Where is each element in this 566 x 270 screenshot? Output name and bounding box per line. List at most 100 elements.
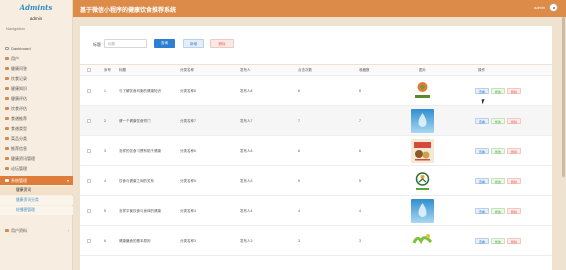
cell-clicks: 5 bbox=[298, 179, 300, 183]
row-checkbox[interactable] bbox=[87, 119, 91, 123]
sidebar-item-recommend[interactable]: 推荐信息 bbox=[0, 144, 73, 153]
sidebar-item-user-profile[interactable]: 用户资料 › bbox=[0, 226, 73, 235]
search-button[interactable]: 查询 bbox=[154, 39, 175, 48]
add-button[interactable]: 新增 bbox=[183, 39, 204, 48]
table-row: 5 怎样平衡饮食与身体的健康 分类名称4 发布人4 4 4 查看 修改 删除 bbox=[80, 196, 552, 226]
sidebar-item-label: 健康问答 bbox=[11, 65, 27, 71]
sidebar-item-label: 系统管理 bbox=[11, 177, 27, 183]
cell-index: 4 bbox=[104, 179, 106, 183]
view-button[interactable]: 查看 bbox=[475, 208, 489, 214]
cell-index: 3 bbox=[104, 149, 106, 153]
sidebar-item-label: 健康知识 bbox=[11, 85, 27, 91]
cell-clicks: 8 bbox=[298, 89, 300, 93]
column-header-author: 发布人 bbox=[240, 68, 251, 72]
view-button[interactable]: 查看 bbox=[475, 88, 489, 94]
cell-category: 分类名称5 bbox=[180, 179, 196, 183]
scrollbar-thumb[interactable] bbox=[562, 17, 565, 177]
sidebar-item-diet-record[interactable]: 饮食记录 bbox=[0, 74, 73, 83]
sidebar-item-label: 食谱类型 bbox=[11, 125, 27, 131]
sidebar-subitem-news[interactable]: 健康资讯 bbox=[0, 186, 73, 195]
grid-icon bbox=[5, 136, 9, 141]
sidebar-subitem-label: 健康资讯 bbox=[16, 188, 32, 192]
sidebar-item-label: 论坛管理 bbox=[11, 165, 27, 171]
app-logo: Admints bbox=[19, 3, 53, 12]
sidebar-subitem-news-category[interactable]: 健康资讯分类 bbox=[0, 196, 73, 205]
column-header-title: 标题 bbox=[119, 68, 126, 72]
sidebar-subitem-label: 轮播图管理 bbox=[16, 208, 35, 212]
grid-icon bbox=[5, 76, 9, 81]
delete-row-button[interactable]: 删除 bbox=[507, 148, 521, 154]
row-checkbox[interactable] bbox=[87, 239, 91, 243]
cell-clicks: 7 bbox=[298, 119, 300, 123]
sidebar-item-label: 健康评估 bbox=[11, 95, 27, 101]
cell-favorites: 7 bbox=[359, 119, 361, 123]
sidebar-item-recipe-type[interactable]: 食谱类型 bbox=[0, 124, 73, 133]
page-scrollbar[interactable] bbox=[562, 17, 565, 270]
row-checkbox[interactable] bbox=[87, 179, 91, 183]
delete-row-button[interactable]: 删除 bbox=[507, 178, 521, 184]
sidebar-item-dish-category[interactable]: 菜品分类 bbox=[0, 134, 73, 143]
edit-button[interactable]: 修改 bbox=[491, 148, 505, 154]
view-button[interactable]: 查看 bbox=[475, 148, 489, 154]
sidebar-item-knowledge[interactable]: 健康知识 bbox=[0, 84, 73, 93]
sidebar-item-health-assess[interactable]: 健康评估 bbox=[0, 94, 73, 103]
grid-icon bbox=[5, 66, 9, 71]
table-row: 6 健康膳食的基本原则 分类名称3 发布人3 3 3 查看 修改 删除 bbox=[80, 226, 552, 256]
edit-button[interactable]: 修改 bbox=[491, 178, 505, 184]
sidebar-item-diet-assess[interactable]: 饮食评估 bbox=[0, 104, 73, 113]
delete-row-button[interactable]: 删除 bbox=[507, 238, 521, 244]
news-table: 序号 标题 分类名称 发布人 点击次数 收藏数 图片 操作 1 与了解饮食均衡的… bbox=[80, 65, 552, 270]
water-drop-icon bbox=[411, 199, 434, 223]
edit-button[interactable]: 修改 bbox=[491, 238, 505, 244]
sidebar-item-users[interactable]: 用户 bbox=[0, 54, 73, 63]
cell-category: 分类名称6 bbox=[180, 149, 196, 153]
header-username[interactable]: admin bbox=[534, 5, 545, 10]
edit-button[interactable]: 修改 bbox=[491, 208, 505, 214]
dashboard-icon bbox=[5, 46, 9, 51]
edit-button[interactable]: 修改 bbox=[491, 88, 505, 94]
cell-index: 6 bbox=[104, 239, 106, 243]
chevron-right-icon: › bbox=[67, 228, 69, 233]
cell-favorites: 4 bbox=[359, 209, 361, 213]
sidebar-item-recipe[interactable]: 食谱推荐 bbox=[0, 114, 73, 123]
cell-index: 2 bbox=[104, 119, 106, 123]
row-checkbox[interactable] bbox=[87, 89, 91, 93]
cell-title: 健康膳食的基本原则 bbox=[119, 239, 151, 243]
mouse-cursor-icon bbox=[481, 98, 489, 105]
delete-row-button[interactable]: 删除 bbox=[507, 118, 521, 124]
sidebar-item-qa[interactable]: 健康问答 bbox=[0, 64, 73, 73]
avatar[interactable] bbox=[549, 3, 558, 12]
health-badge-icon bbox=[411, 169, 434, 193]
cell-clicks: 3 bbox=[298, 239, 300, 243]
user-icon bbox=[5, 228, 9, 233]
green-text-icon bbox=[411, 229, 434, 253]
sidebar-item-system[interactable]: 系统管理 ▾ bbox=[0, 176, 73, 185]
delete-button[interactable]: 删除 bbox=[210, 39, 234, 48]
cell-title: 怎样平衡饮食与身体的健康 bbox=[119, 209, 161, 213]
row-checkbox[interactable] bbox=[87, 209, 91, 213]
cell-author: 发布人3 bbox=[240, 239, 253, 243]
edit-button[interactable]: 修改 bbox=[491, 118, 505, 124]
user-icon bbox=[5, 56, 9, 61]
table-header: 序号 标题 分类名称 发布人 点击次数 收藏数 图片 操作 bbox=[80, 65, 552, 76]
sidebar-item-forum[interactable]: 论坛管理 bbox=[0, 164, 73, 173]
cell-category: 分类名称4 bbox=[180, 209, 196, 213]
search-bar: 标题 标题 查询 新增 删除 bbox=[80, 26, 552, 64]
select-all-checkbox[interactable] bbox=[87, 68, 91, 72]
column-header-index: 序号 bbox=[104, 68, 111, 72]
search-input[interactable]: 标题 bbox=[104, 39, 147, 48]
view-button[interactable]: 查看 bbox=[475, 178, 489, 184]
sidebar-item-dashboard[interactable]: Dashboard bbox=[0, 44, 73, 53]
row-checkbox[interactable] bbox=[87, 149, 91, 153]
system-title: 基于微信小程序的健康饮食推荐系统 bbox=[80, 8, 177, 14]
view-button[interactable]: 查看 bbox=[475, 118, 489, 124]
sidebar-subitem-carousel[interactable]: 轮播图管理 bbox=[0, 206, 73, 215]
sidebar-item-news-manage[interactable]: 健康资讯管理 bbox=[0, 154, 73, 163]
table-row: 4 饮食与健康之间的关系 分类名称5 发布人5 5 5 查看 修改 删除 bbox=[80, 166, 552, 196]
cell-clicks: 6 bbox=[298, 149, 300, 153]
top-header: 基于微信小程序的健康饮食推荐系统 admin bbox=[73, 0, 566, 17]
sidebar-item-label: 饮食评估 bbox=[11, 105, 27, 111]
delete-row-button[interactable]: 删除 bbox=[507, 88, 521, 94]
view-button[interactable]: 查看 bbox=[475, 238, 489, 244]
delete-row-button[interactable]: 删除 bbox=[507, 208, 521, 214]
